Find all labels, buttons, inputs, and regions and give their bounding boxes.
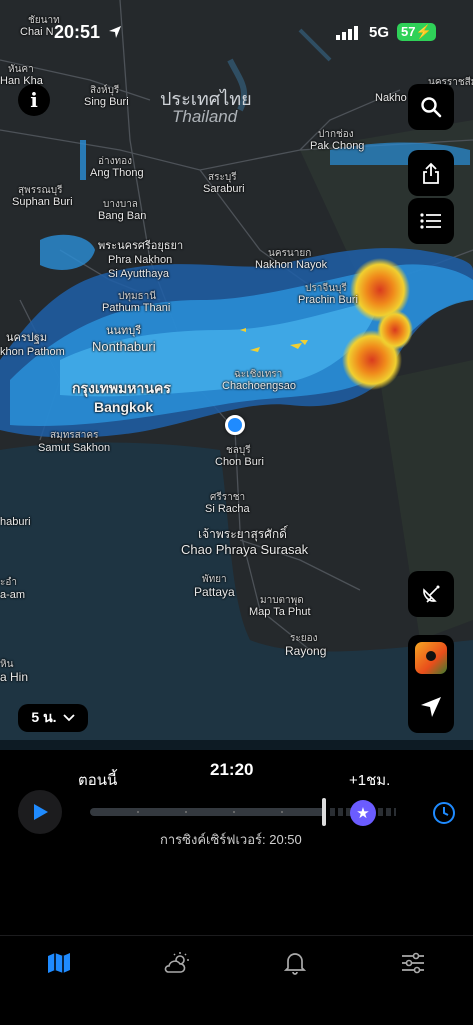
info-icon: i (30, 88, 38, 112)
share-button[interactable] (408, 150, 454, 196)
network-type: 5G (369, 24, 390, 41)
time-range-selector[interactable]: 5 น. (18, 704, 88, 732)
search-button[interactable] (408, 84, 454, 130)
locate-button[interactable] (419, 695, 443, 724)
place-angthong: Ang Thong (90, 167, 144, 179)
timeline-now-label: ตอนนี้ (78, 772, 118, 789)
place-surasak-th: เจ้าพระยาสุรศักดิ์ (198, 527, 287, 541)
country-label-en: Thailand (172, 107, 238, 126)
place-nakhonpathom: khon Pathom (0, 346, 65, 358)
status-time: 20:51 (54, 22, 101, 42)
radar-map[interactable]: ชัยนาท Chai N หันคา Han Kha สิงห์บุรี Si… (0, 0, 473, 750)
tab-weather[interactable] (162, 948, 192, 978)
timeline-panel: ตอนนี้ 21:20 +1ชม. ★ การซิงค์เซิร์ฟเวอร์… (0, 750, 473, 935)
place-nakhonnayok: Nakhon Nayok (255, 259, 328, 271)
place-maptaphut: Map Ta Phut (249, 606, 311, 618)
weather-icon (164, 952, 189, 973)
place-pattaya: Pattaya (194, 585, 235, 599)
star-button[interactable]: ★ (350, 800, 376, 826)
place-chachoengsao: Chachoengsao (222, 380, 297, 392)
play-icon (34, 804, 48, 820)
tab-settings[interactable] (398, 948, 428, 978)
info-button[interactable]: i (18, 84, 50, 116)
place-chonburi: Chon Buri (215, 456, 264, 468)
map-icon (48, 953, 70, 973)
user-location-dot (225, 415, 245, 435)
server-sync-label: การซิงค์เซิร์ฟเวอร์: 20:50 (160, 832, 302, 847)
list-button[interactable] (408, 198, 454, 244)
place-pakchong: Pak Chong (310, 140, 365, 152)
star-icon: ★ (356, 805, 370, 822)
place-nonthaburi-th: นนทบุรี (106, 325, 142, 337)
place-saraburi: Saraburi (203, 183, 245, 195)
place-aam-th: ะอำ (0, 577, 17, 588)
place-samutsakhon: Samut Sakhon (38, 442, 111, 454)
place-samutsakhon-th: สมุทรสาคร (50, 430, 99, 441)
place-siracha: Si Racha (205, 503, 250, 515)
place-suphan: Suphan Buri (12, 196, 73, 208)
place-bangkok-th: กรุงเทพมหานคร (72, 380, 171, 396)
place-ayutthaya-th: พระนครศรีอยุธยา (98, 240, 184, 252)
place-surasak: Chao Phraya Surasak (181, 542, 309, 557)
tab-alerts[interactable] (280, 948, 310, 978)
location-arrow-icon (421, 697, 441, 717)
satellite-layer-button[interactable] (408, 571, 454, 617)
map-layer-panel (408, 635, 454, 733)
place-haburi: haburi (0, 516, 31, 528)
battery-indicator: 57⚡ (397, 23, 436, 41)
sliders-icon (402, 952, 424, 974)
location-services-icon (109, 26, 121, 38)
place-singburi: Sing Buri (84, 96, 129, 108)
chevron-down-icon (62, 714, 75, 722)
place-ayutthaya-2: Si Ayutthaya (108, 268, 169, 280)
place-aam: a-am (0, 589, 26, 601)
place-bangkok: Bangkok (94, 399, 154, 415)
bell-icon (284, 953, 306, 975)
battery-level: 57 (401, 24, 416, 39)
signal-icon (336, 26, 358, 40)
search-icon (421, 97, 442, 118)
place-rayong: Rayong (285, 644, 327, 658)
layer-thumbnail-mark (426, 651, 436, 661)
list-icon (420, 213, 441, 229)
place-nakhonpathom-th: นครปฐม (6, 332, 48, 344)
place-prachinburi: Prachin Buri (298, 294, 358, 306)
tab-bar (0, 935, 473, 1025)
timeline-current-time: 21:20 (210, 760, 254, 779)
timeline-slider-track[interactable] (90, 808, 326, 816)
timeline-ticks (137, 811, 283, 813)
layer-thumbnail[interactable] (415, 642, 447, 674)
status-bar: 20:51 5G 57⚡ (0, 0, 473, 52)
share-icon (423, 162, 439, 184)
place-huahin: a Hin (0, 670, 29, 684)
clock-icon[interactable] (432, 801, 456, 825)
time-range-label: 5 น. (31, 709, 57, 725)
place-bangban: Bang Ban (98, 210, 147, 222)
satellite-icon (423, 585, 440, 603)
timeline-slider-thumb[interactable] (322, 798, 326, 826)
tab-map[interactable] (44, 948, 74, 978)
timeline-plus-label: +1ชม. (349, 772, 391, 789)
place-nonthaburi: Nonthaburi (92, 339, 156, 354)
place-ayutthaya-1: Phra Nakhon (108, 254, 173, 266)
play-button[interactable] (18, 790, 62, 834)
place-pathumthani: Pathum Thani (102, 302, 171, 314)
